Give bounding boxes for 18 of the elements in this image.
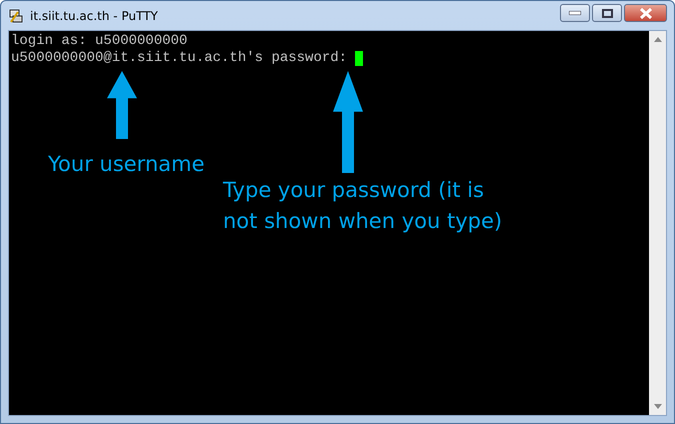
close-button[interactable]: [624, 4, 667, 22]
annotation-text: Your username: [48, 151, 206, 178]
window-title: it.siit.tu.ac.th - PuTTY: [30, 8, 159, 22]
annotation-text: Type your password (it is not shown when you type): [223, 177, 504, 235]
scrollbar[interactable]: [649, 31, 666, 415]
scroll-up-icon: [654, 37, 662, 42]
arrow-icon: [333, 71, 363, 173]
scroll-down-icon: [654, 404, 662, 409]
arrow-icon: [107, 71, 137, 139]
minimize-icon: [569, 11, 581, 15]
computer-icon: [8, 8, 24, 24]
maximize-icon: [602, 8, 612, 18]
maximize-button[interactable]: [592, 4, 622, 22]
minimize-button[interactable]: [560, 4, 590, 22]
terminal-line: u5000000000@it.siit.tu.ac.th's password:: [11, 50, 348, 67]
terminal-line: login as: u5000000000: [11, 33, 188, 50]
close-icon: [638, 8, 652, 18]
terminal[interactable]: login as: u5000000000 u5000000000@it.siit.tu.ac.th's password: Your username Type your password (it is not shown when you type): [9, 31, 649, 415]
